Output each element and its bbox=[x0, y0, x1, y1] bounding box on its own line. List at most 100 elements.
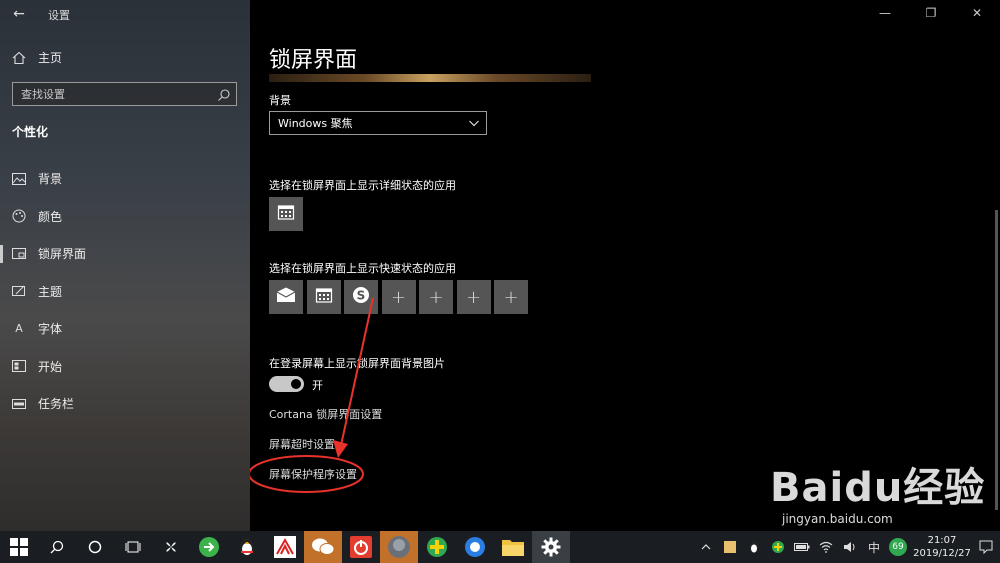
windows-start-icon[interactable] bbox=[0, 531, 38, 563]
search-icon[interactable] bbox=[217, 87, 231, 101]
quick-status-add-tile[interactable]: + bbox=[494, 280, 528, 314]
section-title: 个性化 bbox=[12, 125, 49, 139]
theme-icon bbox=[12, 284, 26, 298]
file-explorer-icon[interactable] bbox=[494, 531, 532, 563]
chevron-up-icon[interactable] bbox=[696, 537, 716, 557]
page-title: 锁屏界面 bbox=[269, 48, 358, 73]
tray-app-icon[interactable] bbox=[720, 537, 740, 557]
svg-text:S: S bbox=[357, 289, 366, 303]
font-icon: A bbox=[15, 322, 23, 336]
plus-icon: + bbox=[428, 286, 444, 308]
taskbar-icon bbox=[12, 397, 26, 411]
app-title: 设置 bbox=[48, 9, 70, 22]
close-button[interactable]: ✕ bbox=[954, 0, 1000, 26]
maximize-button[interactable]: ❐ bbox=[908, 0, 954, 26]
minimize-button[interactable]: — bbox=[862, 0, 908, 26]
browser-app-icon[interactable] bbox=[190, 531, 228, 563]
mail-icon bbox=[276, 287, 296, 307]
cortana-lock-settings-link[interactable]: Cortana 锁屏界面设置 bbox=[269, 406, 382, 422]
taskbar-search-icon[interactable] bbox=[38, 531, 76, 563]
battery-icon[interactable] bbox=[792, 537, 812, 557]
sidebar-item-background[interactable]: 背景 bbox=[0, 160, 250, 198]
toggle-knob bbox=[291, 379, 301, 389]
titlebar: ← 设置 bbox=[0, 0, 250, 28]
quick-status-add-tile[interactable]: + bbox=[456, 280, 491, 314]
calendar-icon bbox=[315, 286, 333, 308]
sidebar-item-label: 锁屏界面 bbox=[38, 247, 87, 262]
sidebar-item-label: 颜色 bbox=[38, 209, 63, 224]
settings-gear-icon[interactable] bbox=[532, 531, 570, 563]
screensaver-settings-link[interactable]: 屏幕保护程序设置 bbox=[269, 466, 357, 482]
search-input[interactable] bbox=[21, 85, 216, 103]
sidebar-item-fonts[interactable]: A 字体 bbox=[0, 310, 250, 348]
qq-penguin-icon[interactable] bbox=[228, 531, 266, 563]
annotation-arrow-line bbox=[339, 297, 374, 451]
calendar-icon bbox=[277, 203, 295, 225]
lock-bg-on-signin-label: 在登录屏幕上显示锁屏界面背景图片 bbox=[269, 357, 445, 370]
clock-date: 2019/12/27 bbox=[913, 548, 971, 559]
start-icon bbox=[12, 359, 26, 373]
back-button[interactable]: ← bbox=[8, 4, 30, 24]
sidebar-nav: 背景 颜色 锁屏界面 主题 A 字体 开始 任务栏 bbox=[0, 160, 250, 423]
notification-icon[interactable] bbox=[976, 537, 996, 557]
power-app-icon[interactable] bbox=[342, 531, 380, 563]
plus-icon: + bbox=[390, 286, 407, 308]
tray-qq-icon[interactable] bbox=[744, 537, 764, 557]
detail-status-calendar-tile[interactable] bbox=[269, 197, 303, 231]
task-view-icon[interactable] bbox=[114, 531, 152, 563]
game-app-icon[interactable] bbox=[380, 531, 418, 563]
sidebar-item-colors[interactable]: 颜色 bbox=[0, 198, 250, 236]
ime-indicator[interactable]: 中 bbox=[864, 537, 884, 557]
plus-icon: + bbox=[465, 286, 482, 308]
window-controls: — ❐ ✕ bbox=[862, 0, 1000, 28]
picture-icon bbox=[12, 172, 26, 186]
palette-icon bbox=[12, 209, 26, 223]
detail-status-label: 选择在锁屏界面上显示详细状态的应用 bbox=[269, 179, 456, 192]
badge-count[interactable]: 69 bbox=[888, 537, 908, 557]
clock[interactable]: 21:07 2019/12/27 bbox=[912, 534, 972, 560]
background-dropdown[interactable]: Windows 聚焦 bbox=[269, 111, 487, 135]
wifi-icon[interactable] bbox=[816, 537, 836, 557]
watermark-brand: Baidu经验 bbox=[770, 465, 986, 511]
sidebar-item-label: 背景 bbox=[38, 172, 63, 187]
clock-time: 21:07 bbox=[927, 535, 957, 546]
sidebar-item-themes[interactable]: 主题 bbox=[0, 273, 250, 311]
lock-screen-preview bbox=[269, 74, 591, 82]
blue-app-icon[interactable] bbox=[456, 531, 494, 563]
sidebar-item-start[interactable]: 开始 bbox=[0, 348, 250, 386]
taskbar: 中 69 21:07 2019/12/27 bbox=[0, 531, 1000, 563]
sidebar-item-label: 任务栏 bbox=[38, 397, 75, 412]
baidu-watermark: Baidu经验 jingyan.baidu.com bbox=[760, 455, 1000, 533]
screen-timeout-settings-link[interactable]: 屏幕超时设置 bbox=[269, 436, 335, 452]
background-dropdown-value: Windows 聚焦 bbox=[278, 117, 353, 130]
sidebar-item-label: 开始 bbox=[38, 359, 63, 374]
home-link[interactable]: 主页 bbox=[12, 49, 62, 66]
quick-status-tiles: S + + + + bbox=[269, 280, 528, 314]
quick-status-calendar-tile[interactable] bbox=[306, 280, 341, 314]
volume-icon[interactable] bbox=[840, 537, 860, 557]
lock-bg-toggle[interactable] bbox=[269, 376, 304, 392]
annotation-arrowhead bbox=[333, 440, 348, 458]
watermark-url: jingyan.baidu.com bbox=[782, 512, 893, 526]
tray-plus-icon[interactable] bbox=[768, 537, 788, 557]
quick-status-label: 选择在锁屏界面上显示快速状态的应用 bbox=[269, 262, 456, 275]
plus-app-icon[interactable] bbox=[418, 531, 456, 563]
wechat-icon[interactable] bbox=[304, 531, 342, 563]
search-box[interactable] bbox=[12, 82, 237, 106]
quick-status-mail-tile[interactable] bbox=[269, 280, 303, 314]
quick-status-add-tile[interactable]: + bbox=[419, 280, 453, 314]
quick-status-add-tile[interactable]: + bbox=[381, 280, 416, 314]
quick-status-skype-tile[interactable]: S bbox=[344, 280, 378, 314]
badge-count-text: 69 bbox=[889, 538, 907, 556]
home-label: 主页 bbox=[38, 51, 63, 65]
cortana-icon[interactable] bbox=[76, 531, 114, 563]
pinwheel-app-icon[interactable] bbox=[152, 531, 190, 563]
sidebar-item-lock-screen[interactable]: 锁屏界面 bbox=[0, 235, 250, 273]
sidebar-item-taskbar[interactable]: 任务栏 bbox=[0, 385, 250, 423]
system-tray: 中 69 21:07 2019/12/27 bbox=[696, 531, 1000, 563]
skype-icon: S bbox=[351, 285, 371, 309]
sidebar-item-label: 字体 bbox=[38, 322, 63, 337]
home-icon bbox=[12, 51, 26, 65]
plus-icon: + bbox=[503, 286, 519, 308]
red-app-icon[interactable] bbox=[266, 531, 304, 563]
